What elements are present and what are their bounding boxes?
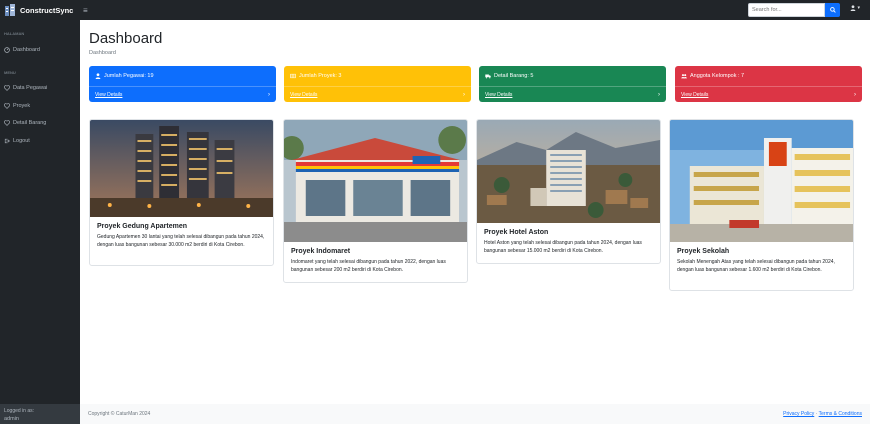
sidebar-heading-halaman: HALAMAN [4,31,25,36]
school-building-image [670,120,853,242]
chevron-down-icon: ▾ [857,5,860,11]
sidebar-toggle-bars-icon[interactable]: ≡ [83,6,88,15]
project-title: Proyek Hotel Aston [484,229,549,236]
user-menu-button[interactable]: ▾ [850,5,860,11]
sidebar-item-label: Detail Barang [13,120,47,126]
copyright-text: Copyright © CaturMan 2024 [88,411,151,417]
view-details-link[interactable]: View Details [95,92,122,98]
page-footer: Copyright © CaturMan 2024 Privacy Policy… [80,404,870,424]
footer-links: Privacy Policy · Terms & Conditions [783,411,862,417]
stat-label: Detail Barang: 5 [494,73,534,79]
chevron-right-icon[interactable]: › [268,92,270,98]
chevron-right-icon[interactable]: › [854,92,856,98]
sidebar-item-detail-barang[interactable]: Detail Barang [0,117,80,129]
view-details-link[interactable]: View Details [485,92,512,98]
logged-in-label: Logged in as: [4,408,35,414]
stat-card-barang: Detail Barang: 5 View Details › [479,66,666,102]
sidebar-heading-menu: MENU [4,70,16,75]
breadcrumb: Dashboard [89,50,116,56]
main-content: Dashboard Dashboard Jumlah Pegawai: 19 V… [80,20,870,424]
search-input[interactable] [748,3,825,17]
view-details-link[interactable]: View Details [681,92,708,98]
sidebar-item-logout[interactable]: Logout [0,135,80,147]
stat-label: Anggota Kelompok : 7 [690,73,745,79]
logged-in-user: admin [4,416,19,422]
sidebar-item-proyek[interactable]: Proyek [0,100,80,112]
truck-icon [485,74,491,79]
project-description: Sekolah Menengah Atas yang telah selesai… [677,259,835,273]
user-icon [851,5,856,11]
heart-icon [4,120,10,126]
project-description: Gedung Apartemen 30 lantai yang telah se… [97,234,265,248]
sidebar-item-label: Logout [13,138,30,144]
project-card-apartemen: Proyek Gedung Apartemen Gedung Apartemen… [89,119,274,266]
stat-card-proyek: Jumlah Proyek: 3 View Details › [284,66,471,102]
stat-label: Jumlah Pegawai: 19 [104,73,154,79]
sidebar-item-label: Proyek [13,103,31,109]
project-title: Proyek Indomaret [291,248,351,255]
project-title: Proyek Sekolah [677,248,730,255]
gauge-icon [4,47,10,53]
privacy-policy-link[interactable]: Privacy Policy [783,411,814,417]
sidebar-item-dashboard[interactable]: Dashboard [0,44,80,56]
sidebar-item-label: Dashboard [13,47,40,53]
heart-icon [4,103,10,109]
user-icon [95,73,101,79]
heart-icon [4,85,10,91]
stat-card-anggota: Anggota Kelompok : 7 View Details › [675,66,862,102]
project-card-indomaret: Proyek Indomaret Indomaret yang telah se… [283,119,468,283]
project-title: Proyek Gedung Apartemen [97,223,187,230]
sidebar-item-data-pegawai[interactable]: Data Pegawai [0,82,80,94]
sidebar-item-label: Data Pegawai [13,85,48,91]
sidebar: HALAMAN Dashboard MENU Data Pegawai Proy… [0,20,80,424]
brand[interactable]: ConstructSync [0,3,80,17]
search-button[interactable] [825,3,840,17]
indomaret-store-image [284,120,467,242]
search-icon [829,7,836,13]
view-details-link[interactable]: View Details [290,92,317,98]
stat-card-pegawai: Jumlah Pegawai: 19 View Details › [89,66,276,102]
project-description: Hotel Aston yang telah selesai dibangun … [484,240,642,254]
apartment-building-image [90,120,273,217]
brand-logo-icon [5,4,15,16]
project-description: Indomaret yang telah selesai dibangun pa… [291,259,446,273]
hotel-aston-image [477,120,660,223]
table-icon [290,73,296,79]
page-title: Dashboard [89,30,163,47]
project-card-hotel-aston: Proyek Hotel Aston Hotel Aston yang tela… [476,119,661,264]
terms-conditions-link[interactable]: Terms & Conditions [819,411,862,417]
logout-icon [4,138,10,144]
users-icon [681,74,687,79]
brand-name: ConstructSync [20,5,74,15]
sidebar-footer: Logged in as: admin [0,404,80,424]
chevron-right-icon[interactable]: › [658,92,660,98]
stat-label: Jumlah Proyek: 3 [299,73,342,79]
search-form [748,3,840,17]
top-navbar: ConstructSync ≡ ▾ [0,0,870,20]
project-card-sekolah: Proyek Sekolah Sekolah Menengah Atas yan… [669,119,854,291]
chevron-right-icon[interactable]: › [463,92,465,98]
